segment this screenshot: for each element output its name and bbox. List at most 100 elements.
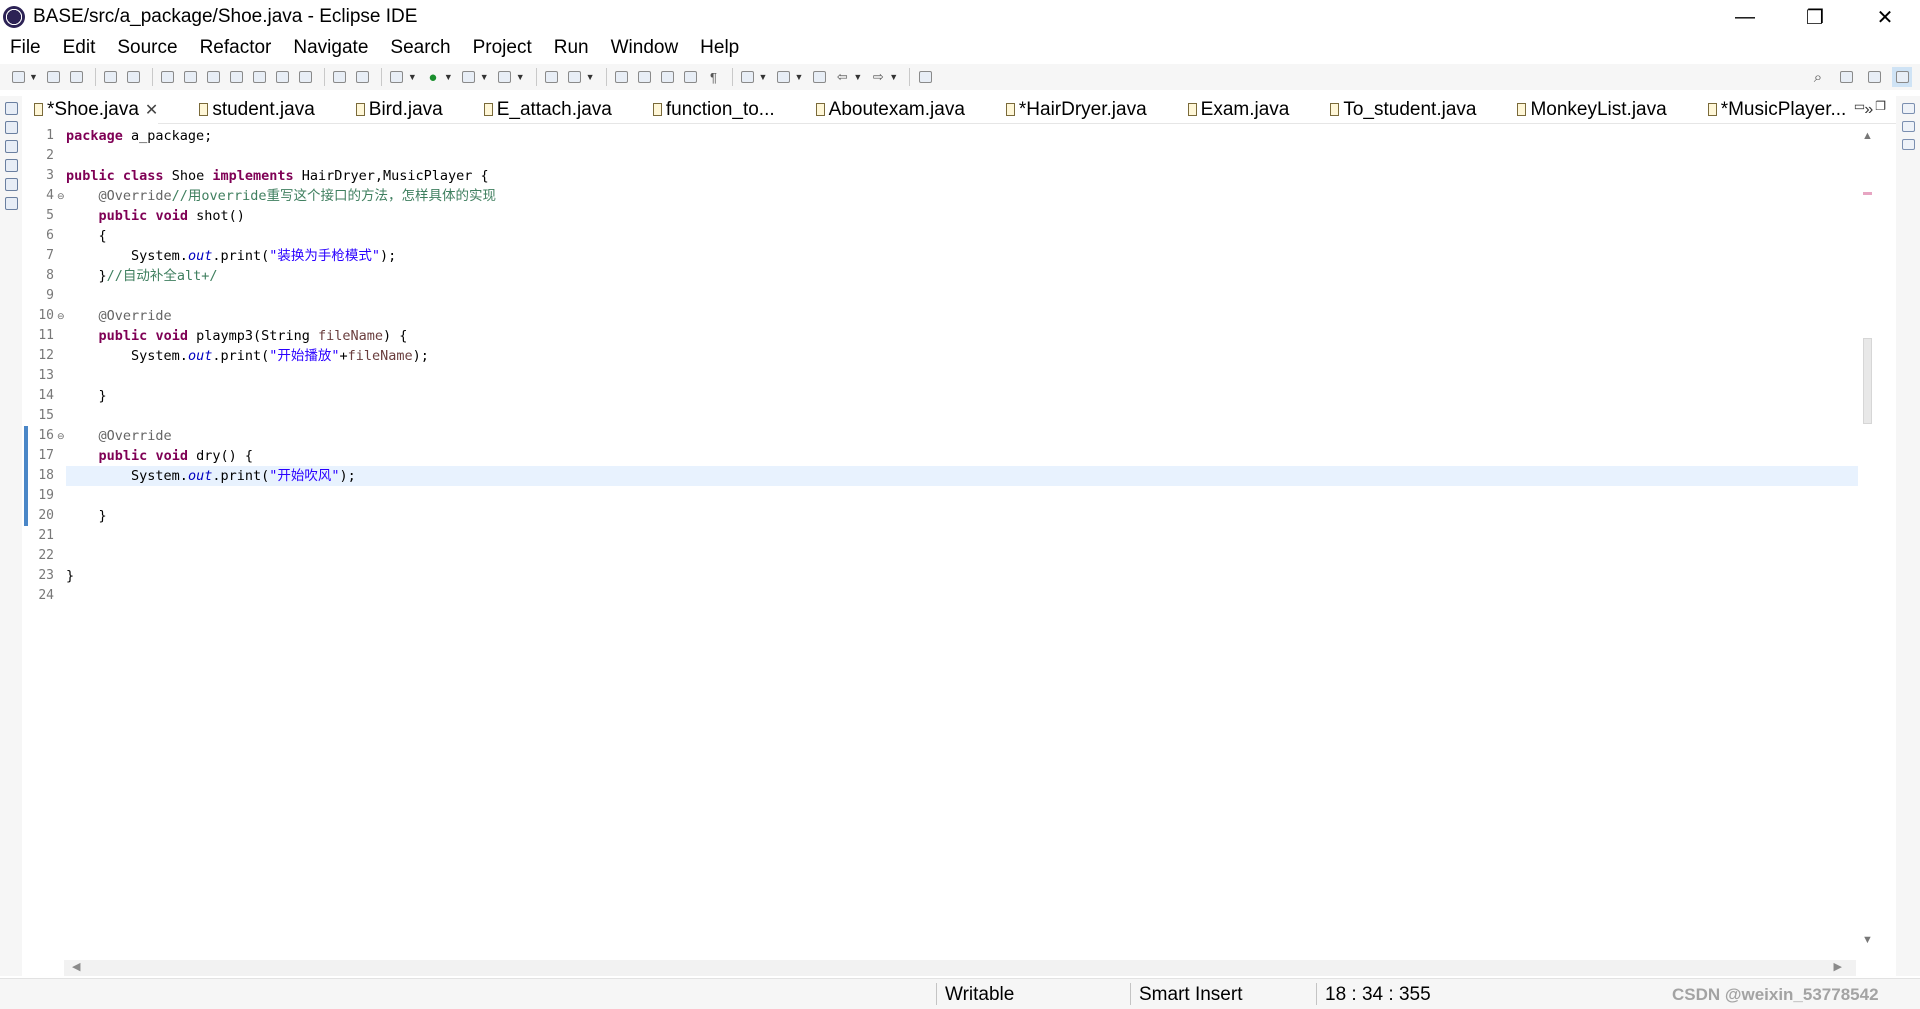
scroll-left-icon[interactable]: ◀	[72, 960, 80, 973]
previous-annotation-dropdown-icon[interactable]: ▼	[794, 72, 803, 82]
menu-help[interactable]: Help	[689, 37, 750, 59]
forward-icon[interactable]: ⇨	[868, 67, 888, 87]
save-icon[interactable]	[44, 67, 64, 87]
step-over-icon[interactable]	[273, 67, 293, 87]
debug-dropdown-icon[interactable]: ▼	[408, 72, 417, 82]
minimize-button[interactable]: —	[1710, 0, 1780, 34]
resume-icon[interactable]	[158, 67, 178, 87]
java-editor[interactable]: 1 2 3 4 5 6 7 8 9 10 11 12 13 14 15 16 1…	[24, 126, 1878, 952]
overview-annotation-marker[interactable]	[1863, 192, 1872, 195]
insert-mode-status[interactable]: Smart Insert	[1139, 984, 1242, 1006]
tab-shoe-java[interactable]: *Shoe.java ✕	[24, 95, 159, 124]
search-icon[interactable]: ⌕	[1808, 67, 1828, 87]
outline-icon[interactable]	[4, 159, 18, 172]
variables-icon[interactable]	[1901, 121, 1915, 132]
scroll-right-icon[interactable]: ▶	[1834, 960, 1842, 973]
console-icon[interactable]	[101, 67, 121, 87]
drop-to-frame-icon[interactable]	[330, 67, 350, 87]
debug-perspective-icon[interactable]	[1892, 67, 1912, 87]
suspend-icon[interactable]	[181, 67, 201, 87]
fold-collapse-icon[interactable]: ⊖	[57, 306, 65, 326]
restore-icon[interactable]	[1901, 103, 1915, 114]
menu-run[interactable]: Run	[543, 37, 600, 59]
coverage-dropdown-icon[interactable]: ▼	[480, 72, 489, 82]
menu-window[interactable]: Window	[600, 37, 690, 59]
string-literal: "开始播放"	[269, 348, 340, 364]
scroll-up-icon[interactable]: ▲	[1862, 130, 1873, 142]
terminate-icon[interactable]	[204, 67, 224, 87]
run-icon[interactable]: ●	[423, 67, 443, 87]
open-task-icon[interactable]	[565, 67, 585, 87]
task-dropdown-icon[interactable]: ▼	[586, 72, 595, 82]
task-list-icon[interactable]	[4, 197, 18, 210]
close-tab-icon[interactable]: ✕	[145, 100, 158, 120]
pin-editor-icon[interactable]	[915, 67, 935, 87]
package-explorer-icon[interactable]	[4, 121, 18, 134]
previous-annotation-icon[interactable]	[773, 67, 793, 87]
field: out	[187, 248, 213, 264]
perspective-icon[interactable]	[1836, 67, 1856, 87]
breakpoints-icon[interactable]	[1901, 139, 1915, 150]
step-into-icon[interactable]	[250, 67, 270, 87]
external-tools-icon[interactable]	[495, 67, 515, 87]
coverage-icon[interactable]	[459, 67, 479, 87]
next-annotation-icon[interactable]	[738, 67, 758, 87]
tab-to-student-java[interactable]: To_student.java	[1320, 99, 1476, 121]
new-file-icon[interactable]	[8, 67, 28, 87]
skip-breakpoints-icon[interactable]	[124, 67, 144, 87]
type-hierarchy-icon[interactable]	[4, 140, 18, 153]
run-dropdown-icon[interactable]: ▼	[444, 72, 453, 82]
toggle-annotation-icon[interactable]	[612, 67, 632, 87]
horizontal-scrollbar[interactable]: ◀ ▶	[64, 960, 1856, 976]
tab-e-attach-java[interactable]: E_attach.java	[474, 99, 612, 121]
use-step-filters-icon[interactable]	[353, 67, 373, 87]
scroll-down-icon[interactable]: ▼	[1862, 934, 1873, 946]
code-content[interactable]: package a_package; public class Shoe imp…	[66, 126, 1878, 606]
minimize-editor-icon[interactable]: ▭	[1854, 99, 1865, 113]
debug-icon[interactable]	[387, 67, 407, 87]
menu-refactor[interactable]: Refactor	[189, 37, 283, 59]
maximize-editor-icon[interactable]: ❐	[1875, 99, 1886, 113]
block-selection-icon[interactable]	[681, 67, 701, 87]
menu-file[interactable]: File	[0, 37, 52, 59]
code-line: @Override	[66, 426, 1878, 446]
disconnect-icon[interactable]	[227, 67, 247, 87]
menu-edit[interactable]: Edit	[52, 37, 107, 59]
tab-function-to[interactable]: function_to...	[643, 99, 775, 121]
tab-exam-java[interactable]: Exam.java	[1178, 99, 1289, 121]
tab-hairdryer-java[interactable]: *HairDryer.java	[996, 99, 1147, 121]
back-icon[interactable]: ⇦	[832, 67, 852, 87]
tab-monkeylist-java[interactable]: MonkeyList.java	[1507, 99, 1667, 121]
overview-ruler[interactable]: ▲ ▼	[1858, 126, 1878, 952]
tab-bird-java[interactable]: Bird.java	[346, 99, 443, 121]
cursor-position-status[interactable]: 18 : 34 : 355	[1325, 984, 1431, 1006]
external-tools-dropdown-icon[interactable]: ▼	[516, 72, 525, 82]
open-type-icon[interactable]	[542, 67, 562, 87]
last-edit-location-icon[interactable]	[809, 67, 829, 87]
code-text: HairDryer,MusicPlayer {	[293, 168, 489, 184]
menu-search[interactable]: Search	[379, 37, 461, 59]
next-annotation-dropdown-icon[interactable]: ▼	[759, 72, 768, 82]
tab-aboutexam-java[interactable]: Aboutexam.java	[806, 99, 965, 121]
step-return-icon[interactable]	[296, 67, 316, 87]
close-button[interactable]: ✕	[1850, 0, 1920, 34]
menu-source[interactable]: Source	[106, 37, 188, 59]
maximize-button[interactable]: ❐	[1780, 0, 1850, 34]
mark-occurrences-icon[interactable]	[635, 67, 655, 87]
java-perspective-icon[interactable]	[1864, 67, 1884, 87]
forward-dropdown-icon[interactable]: ▼	[889, 72, 898, 82]
show-whitespace-icon[interactable]: ¶	[704, 67, 724, 87]
fold-collapse-icon[interactable]: ⊖	[57, 426, 65, 446]
restore-icon[interactable]	[4, 102, 18, 115]
minimized-view-icon[interactable]	[4, 178, 18, 191]
back-dropdown-icon[interactable]: ▼	[853, 72, 862, 82]
save-all-icon[interactable]	[67, 67, 87, 87]
menu-navigate[interactable]: Navigate	[282, 37, 379, 59]
menu-project[interactable]: Project	[462, 37, 543, 59]
fold-collapse-icon[interactable]: ⊖	[57, 186, 65, 206]
new-dropdown-icon[interactable]: ▼	[29, 72, 38, 82]
vertical-scroll-thumb[interactable]	[1863, 338, 1872, 424]
word-wrap-icon[interactable]	[658, 67, 678, 87]
tab-student-java[interactable]: student.java	[189, 99, 315, 121]
tab-musicplayer[interactable]: *MusicPlayer...	[1698, 99, 1846, 121]
